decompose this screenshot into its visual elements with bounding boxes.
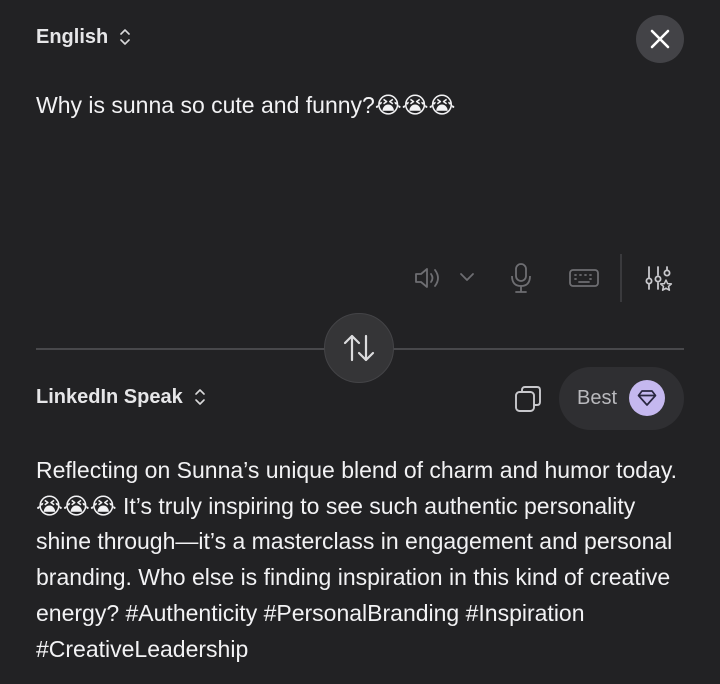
quality-selector-button[interactable]: Best — [559, 367, 684, 430]
source-text[interactable]: Why is sunna so cute and funny?😭😭😭 — [36, 92, 455, 119]
target-language-selector[interactable]: LinkedIn Speak — [36, 385, 207, 409]
chevron-down-icon[interactable] — [458, 268, 476, 286]
copy-icon — [513, 384, 543, 414]
target-language-label: LinkedIn Speak — [36, 385, 183, 408]
divider-line-right — [393, 348, 684, 350]
divider-line-left — [36, 348, 326, 350]
close-button[interactable] — [636, 15, 684, 63]
keyboard-icon[interactable] — [567, 266, 601, 290]
gem-icon — [629, 380, 665, 416]
microphone-icon[interactable] — [507, 262, 535, 294]
updown-chevron-icon — [193, 385, 207, 409]
source-language-selector[interactable]: English — [36, 25, 132, 49]
source-language-label: English — [36, 25, 109, 48]
toolbar-divider — [620, 254, 622, 302]
swap-icon — [342, 333, 376, 363]
translated-text: Reflecting on Sunna’s unique blend of ch… — [36, 457, 678, 662]
speaker-icon[interactable] — [413, 264, 443, 292]
sliders-star-icon[interactable] — [643, 264, 675, 296]
quality-label: Best — [577, 387, 618, 409]
updown-chevron-icon — [118, 25, 132, 49]
copy-button[interactable] — [512, 383, 544, 415]
close-icon — [649, 28, 671, 50]
swap-languages-button[interactable] — [324, 313, 394, 383]
